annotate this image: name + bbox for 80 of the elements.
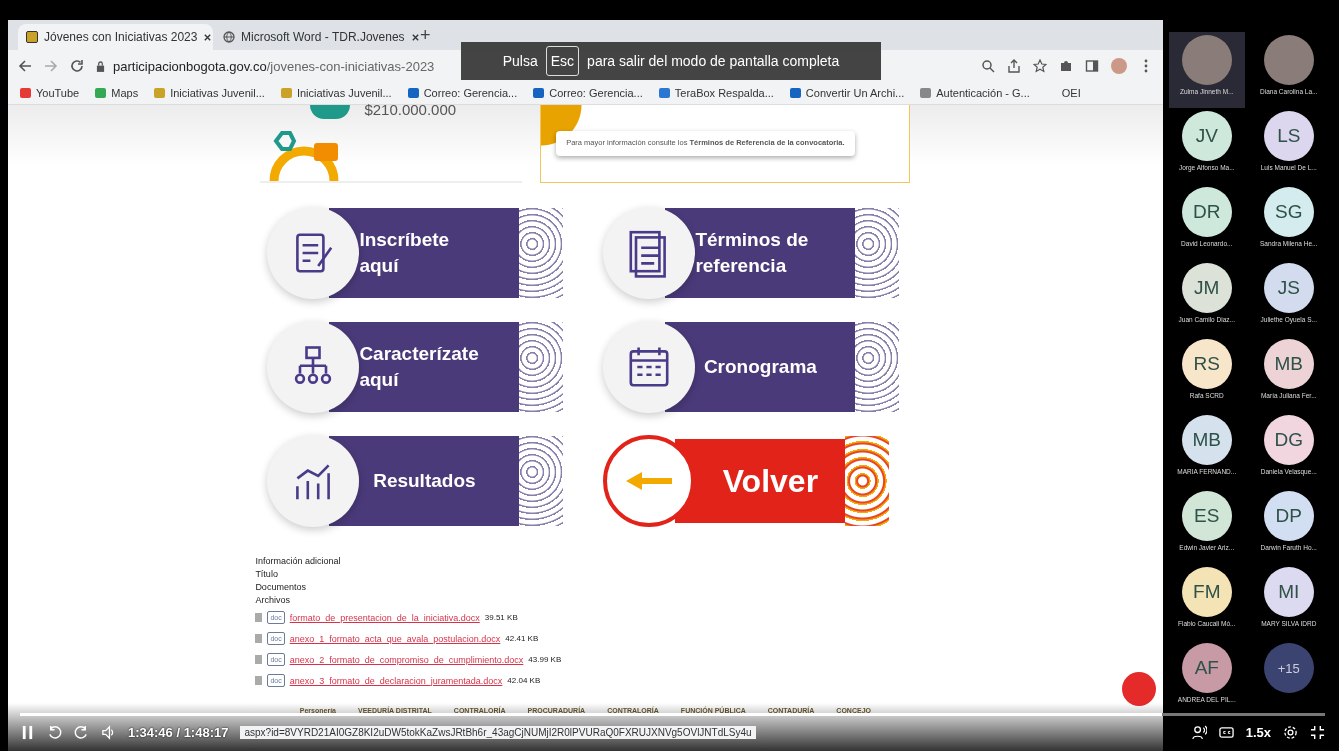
- avatar-initials: FM: [1181, 567, 1232, 617]
- bookmark[interactable]: Convertir Un Archi...: [789, 87, 905, 99]
- back-arrow-icon[interactable]: [18, 59, 32, 73]
- avatar-initials: LS: [1263, 111, 1314, 161]
- file-link[interactable]: anexo_2_formato_de_compromiso_de_cumplimiento.docx: [289, 654, 524, 665]
- info-label: Información adicional: [255, 555, 342, 568]
- bookmark[interactable]: Correo: Gerencia...: [407, 87, 518, 99]
- file-size: 42.04 KB: [507, 676, 541, 685]
- avatar-initials: RS: [1181, 339, 1232, 389]
- notice-text: Pulsa: [502, 53, 538, 69]
- card-icon: [603, 321, 696, 413]
- speed-button[interactable]: 1.5x: [1245, 724, 1271, 740]
- info-label: Archivos: [255, 594, 291, 607]
- avatar-placeholder: [1263, 35, 1314, 85]
- file-link[interactable]: anexo_3_formato_de_declaracion_juramentada.docx: [289, 675, 503, 686]
- file-icon: [255, 613, 263, 622]
- file-link[interactable]: anexo_1_formato_acta_que_avala_postulacion.docx: [289, 633, 501, 644]
- card-icon: [267, 207, 360, 299]
- speaker-person-icon[interactable]: [1191, 724, 1207, 740]
- avatar-initials: SG: [1263, 187, 1314, 237]
- avatar-initials: ES: [1181, 491, 1232, 541]
- bookmark[interactable]: OEI: [1045, 87, 1081, 99]
- new-tab-button[interactable]: +: [420, 25, 431, 46]
- bookmark[interactable]: Iniciativas Juvenil...: [280, 87, 392, 99]
- file-icon: [255, 634, 263, 643]
- forward-icon[interactable]: [74, 724, 89, 740]
- notice-text: para salir del modo de pantalla completa: [587, 53, 840, 69]
- crest-icon: [26, 31, 38, 43]
- browser-tab[interactable]: Microsoft Word - TDR.Jovenes: [215, 24, 410, 50]
- avatar-initials: MI: [1263, 567, 1314, 617]
- avatar-initials: JV: [1181, 111, 1232, 161]
- rewind-icon[interactable]: [47, 724, 62, 740]
- pause-icon[interactable]: [20, 724, 35, 740]
- file-icon: [255, 655, 263, 664]
- more-participants[interactable]: +15: [1263, 643, 1314, 693]
- participant-tile[interactable]: +15: [1250, 640, 1327, 716]
- file-size: 43.99 KB: [528, 655, 562, 664]
- close-icon[interactable]: [410, 32, 420, 42]
- bookmark[interactable]: Correo: Gerencia...: [533, 87, 643, 99]
- star-icon[interactable]: [1032, 59, 1047, 73]
- card-icon: [267, 435, 360, 527]
- avatar-initials: DP: [1263, 491, 1314, 541]
- avatar-initials: AF: [1181, 643, 1232, 693]
- bookmark[interactable]: Iniciativas Juvenil...: [154, 87, 265, 99]
- info-label: Documentos: [255, 581, 307, 594]
- reload-icon[interactable]: [70, 59, 84, 73]
- bookmark[interactable]: Maps: [95, 87, 139, 99]
- file-size: 39.51 KB: [484, 613, 518, 622]
- lock-icon: [96, 60, 105, 72]
- bookmark[interactable]: Autenticación - G...: [920, 87, 1030, 99]
- file-link[interactable]: formato_de_presentacion_de_la_iniciativa.docx: [289, 612, 480, 623]
- sidebar-icon[interactable]: [1084, 59, 1099, 73]
- address-field[interactable]: participacionbogota.gov.co/jovenes-con-iniciativas-2023: [96, 58, 435, 74]
- bookmark[interactable]: YouTube: [20, 87, 80, 99]
- share-icon[interactable]: [1006, 59, 1021, 73]
- volume-icon[interactable]: [101, 724, 116, 740]
- settings-icon[interactable]: [1283, 724, 1298, 740]
- file-icon: [255, 676, 263, 685]
- zoom-icon[interactable]: [980, 59, 995, 73]
- info-label: Título: [255, 568, 279, 581]
- card-icon: [603, 207, 696, 299]
- time-text: 1:34:46 / 1:48:17: [128, 724, 229, 740]
- close-icon[interactable]: [203, 32, 213, 42]
- avatar-initials: MB: [1181, 415, 1232, 465]
- avatar-initials: DG: [1263, 415, 1314, 465]
- captions-icon[interactable]: [1218, 724, 1234, 740]
- avatar-initials: DR: [1181, 187, 1232, 237]
- avatar-initials: JS: [1263, 263, 1314, 313]
- avatar-initials: MB: [1263, 339, 1314, 389]
- back-card[interactable]: Volver: [603, 433, 904, 529]
- bookmark[interactable]: TeraBox Respalda...: [658, 87, 774, 99]
- amount-text: $210.000.000: [364, 101, 457, 118]
- exit-fullscreen-icon[interactable]: [1310, 724, 1325, 740]
- file-size: 42.41 KB: [505, 634, 539, 643]
- esc-key: Esc: [545, 46, 580, 76]
- card-icon: [267, 321, 360, 413]
- globe-icon: [223, 31, 235, 43]
- browser-tab[interactable]: Jóvenes con Iniciativas 2023: [18, 24, 213, 50]
- avatar-placeholder: [1181, 35, 1232, 85]
- avatar-initials: JM: [1181, 263, 1232, 313]
